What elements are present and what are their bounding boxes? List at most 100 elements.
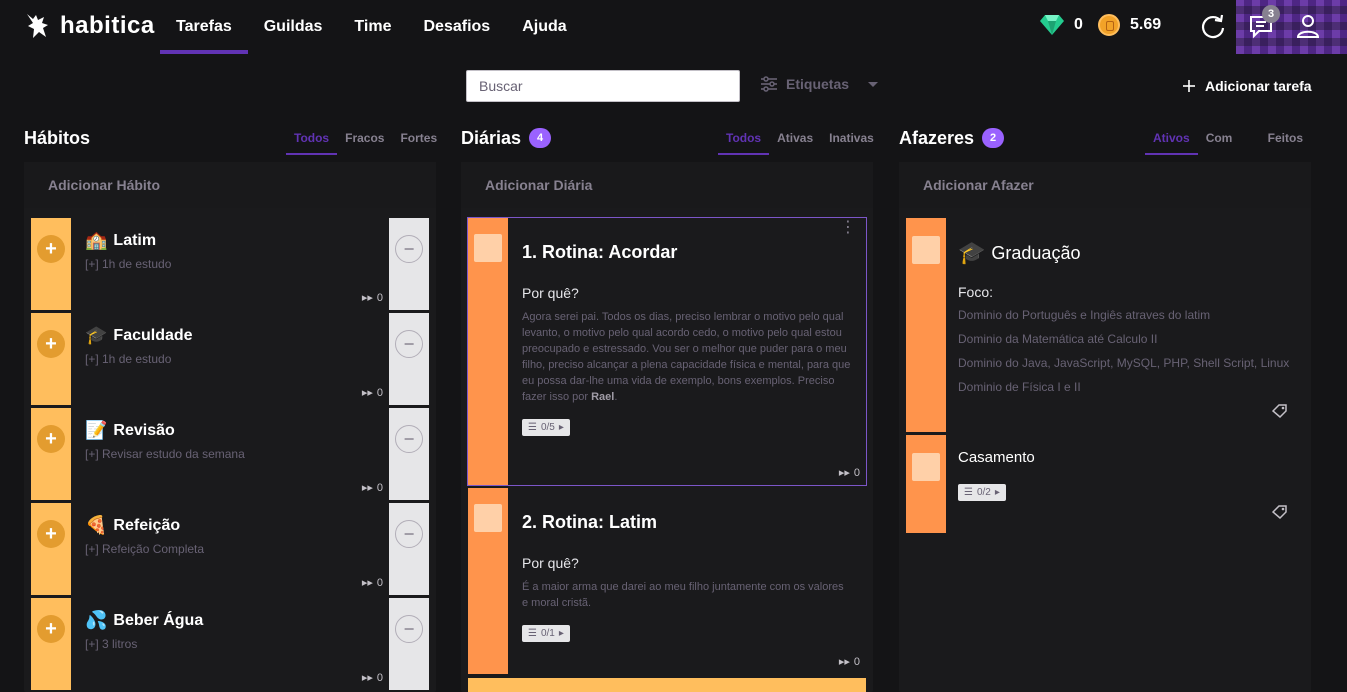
habit-note: [+] 1h de estudo bbox=[85, 257, 172, 271]
daily-item[interactable]: ⋮ 1. Rotina: Acordar Por quê? Agora sere… bbox=[467, 217, 867, 486]
water-drops-emoji-icon: 💦 bbox=[85, 610, 108, 630]
todo-title-row: 🎓 Graduação bbox=[958, 240, 1292, 266]
habit-title-row: 🏫 Latim bbox=[85, 230, 375, 251]
daily-content[interactable]: 2. Rotina: Latim Por quê? É a maior arma… bbox=[508, 488, 866, 674]
daily-checkbox[interactable] bbox=[474, 504, 502, 532]
checklist-count: 0/1 bbox=[540, 628, 555, 639]
more-options-icon[interactable]: ⋮ bbox=[840, 220, 856, 236]
habit-item[interactable]: + 🎓 Faculdade [+] 1h de estudo ▸▸ 0 − bbox=[31, 313, 429, 405]
filter-fracos[interactable]: Fracos bbox=[337, 120, 392, 155]
nav-time[interactable]: Time bbox=[338, 0, 407, 54]
daily-subheading: Por quê? bbox=[522, 555, 579, 571]
daily-subheading: Por quê? bbox=[522, 285, 579, 301]
filter-com-data[interactable]: Com data bbox=[1198, 120, 1260, 181]
filter-fortes[interactable]: Fortes bbox=[392, 120, 445, 155]
todo-content[interactable]: Casamento ☰ 0/2 ▸ bbox=[946, 435, 1304, 533]
habit-minus-button[interactable]: − bbox=[389, 408, 429, 500]
habit-minus-button[interactable]: − bbox=[389, 218, 429, 310]
habit-item[interactable]: + 🍕 Refeição [+] Refeição Completa ▸▸ 0 − bbox=[31, 503, 429, 595]
todos-title: Afazeres bbox=[899, 127, 975, 148]
checklist-toggle[interactable]: ☰ 0/5 ▸ bbox=[522, 419, 570, 436]
todo-check-column[interactable] bbox=[906, 218, 946, 432]
daily-content[interactable]: ⋮ 1. Rotina: Acordar Por quê? Agora sere… bbox=[508, 218, 866, 485]
streak-value: 0 bbox=[376, 481, 383, 494]
checklist-icon: ☰ bbox=[528, 628, 537, 639]
add-todo-input[interactable]: Adicionar Afazer bbox=[899, 162, 1311, 208]
habit-minus-button[interactable]: − bbox=[389, 313, 429, 405]
habitica-logo[interactable]: habitica bbox=[24, 11, 155, 41]
daily-notes-bold: Rael bbox=[591, 391, 615, 403]
main-nav: Tarefas Guildas Time Desafios Ajuda bbox=[160, 0, 583, 54]
habit-title: Latim bbox=[113, 231, 157, 249]
dailies-list: Adicionar Diária ⋮ 1. Rotina: Acordar Po… bbox=[461, 162, 873, 692]
nav-guildas[interactable]: Guildas bbox=[248, 0, 339, 54]
tags-filter-button[interactable]: Etiquetas bbox=[760, 76, 879, 92]
streak-value: 0 bbox=[376, 291, 383, 304]
habit-content[interactable]: 🏫 Latim [+] 1h de estudo ▸▸ 0 bbox=[71, 218, 389, 310]
add-daily-input[interactable]: Adicionar Diária bbox=[461, 162, 873, 208]
add-habit-input[interactable]: Adicionar Hábito bbox=[24, 162, 436, 208]
todo-check-column[interactable] bbox=[906, 435, 946, 533]
user-icon[interactable] bbox=[1294, 12, 1322, 40]
filter-feitos[interactable]: Feitos bbox=[1260, 120, 1311, 155]
habit-content[interactable]: 💦 Beber Água [+] 3 litros ▸▸ 0 bbox=[71, 598, 389, 690]
todo-item[interactable]: 🎓 Graduação Foco: Dominio do Português e … bbox=[906, 218, 1304, 432]
fast-forward-icon: ▸▸ bbox=[838, 656, 850, 668]
todo-checkbox[interactable] bbox=[912, 236, 940, 264]
minus-icon: − bbox=[395, 520, 423, 548]
habit-plus-button[interactable]: + bbox=[31, 313, 71, 405]
habit-minus-button[interactable]: − bbox=[389, 503, 429, 595]
todo-item[interactable]: Casamento ☰ 0/2 ▸ bbox=[906, 435, 1304, 533]
daily-item[interactable]: 2. Rotina: Latim Por quê? É a maior arma… bbox=[468, 488, 866, 674]
daily-check-column[interactable] bbox=[468, 488, 508, 674]
habit-plus-button[interactable]: + bbox=[31, 408, 71, 500]
habit-item[interactable]: + 📝 Revisão [+] Revisar estudo da semana … bbox=[31, 408, 429, 500]
habit-minus-button[interactable]: − bbox=[389, 598, 429, 690]
tag-icon[interactable] bbox=[1272, 404, 1288, 418]
filter-todos[interactable]: Todos bbox=[718, 120, 770, 155]
caret-right-icon: ▸ bbox=[558, 422, 564, 433]
add-task-button[interactable]: Adicionar tarefa bbox=[1183, 78, 1312, 94]
gryphon-logo-icon bbox=[27, 14, 48, 38]
search-input[interactable] bbox=[466, 70, 740, 102]
habit-item[interactable]: + 🏫 Latim [+] 1h de estudo ▸▸ 0 − bbox=[31, 218, 429, 310]
filter-ativos[interactable]: Ativos bbox=[1145, 120, 1198, 155]
gems-counter[interactable]: 0 bbox=[1040, 14, 1083, 36]
caret-down-icon bbox=[868, 82, 879, 87]
daily-checkbox[interactable] bbox=[474, 234, 502, 262]
habit-plus-button[interactable]: + bbox=[31, 598, 71, 690]
sync-icon[interactable] bbox=[1199, 12, 1227, 40]
daily-streak: ▸▸ 0 bbox=[839, 466, 860, 480]
tag-icon[interactable] bbox=[1272, 505, 1288, 519]
plus-icon: + bbox=[37, 235, 65, 263]
habit-plus-button[interactable]: + bbox=[31, 218, 71, 310]
checklist-toggle[interactable]: ☰ 0/2 ▸ bbox=[958, 484, 1006, 501]
filter-ativas[interactable]: Ativas bbox=[769, 120, 821, 155]
todo-content[interactable]: 🎓 Graduação Foco: Dominio do Português e … bbox=[946, 218, 1304, 432]
brand-name: habitica bbox=[60, 12, 155, 39]
checklist-count: 0/2 bbox=[976, 487, 991, 498]
daily-title: 1. Rotina: Acordar bbox=[522, 242, 678, 262]
todo-checkbox[interactable] bbox=[912, 453, 940, 481]
nav-desafios[interactable]: Desafios bbox=[407, 0, 506, 54]
habit-plus-button[interactable]: + bbox=[31, 503, 71, 595]
daily-check-column[interactable] bbox=[468, 218, 508, 485]
graduation-cap-emoji-icon: 🎓 bbox=[85, 325, 108, 345]
nav-ajuda[interactable]: Ajuda bbox=[506, 0, 582, 54]
filter-todos[interactable]: Todos bbox=[286, 120, 338, 155]
habit-title-row: 🍕 Refeição bbox=[85, 515, 375, 536]
habit-content[interactable]: 🍕 Refeição [+] Refeição Completa ▸▸ 0 bbox=[71, 503, 389, 595]
habit-content[interactable]: 🎓 Faculdade [+] 1h de estudo ▸▸ 0 bbox=[71, 313, 389, 405]
gold-coin-icon bbox=[1098, 14, 1120, 36]
habit-item[interactable]: + 💦 Beber Água [+] 3 litros ▸▸ 0 − bbox=[31, 598, 429, 690]
habit-content[interactable]: 📝 Revisão [+] Revisar estudo da semana ▸▸… bbox=[71, 408, 389, 500]
checklist-toggle[interactable]: ☰ 0/1 ▸ bbox=[522, 625, 570, 642]
streak-value: 0 bbox=[376, 671, 383, 684]
nav-tarefas[interactable]: Tarefas bbox=[160, 0, 248, 54]
filter-inativas[interactable]: Inativas bbox=[821, 120, 882, 155]
fast-forward-icon: ▸▸ bbox=[361, 292, 373, 304]
plus-icon: + bbox=[37, 615, 65, 643]
checklist-count: 0/5 bbox=[540, 422, 555, 433]
habit-title-row: 🎓 Faculdade bbox=[85, 325, 375, 346]
fast-forward-icon: ▸▸ bbox=[361, 672, 373, 684]
